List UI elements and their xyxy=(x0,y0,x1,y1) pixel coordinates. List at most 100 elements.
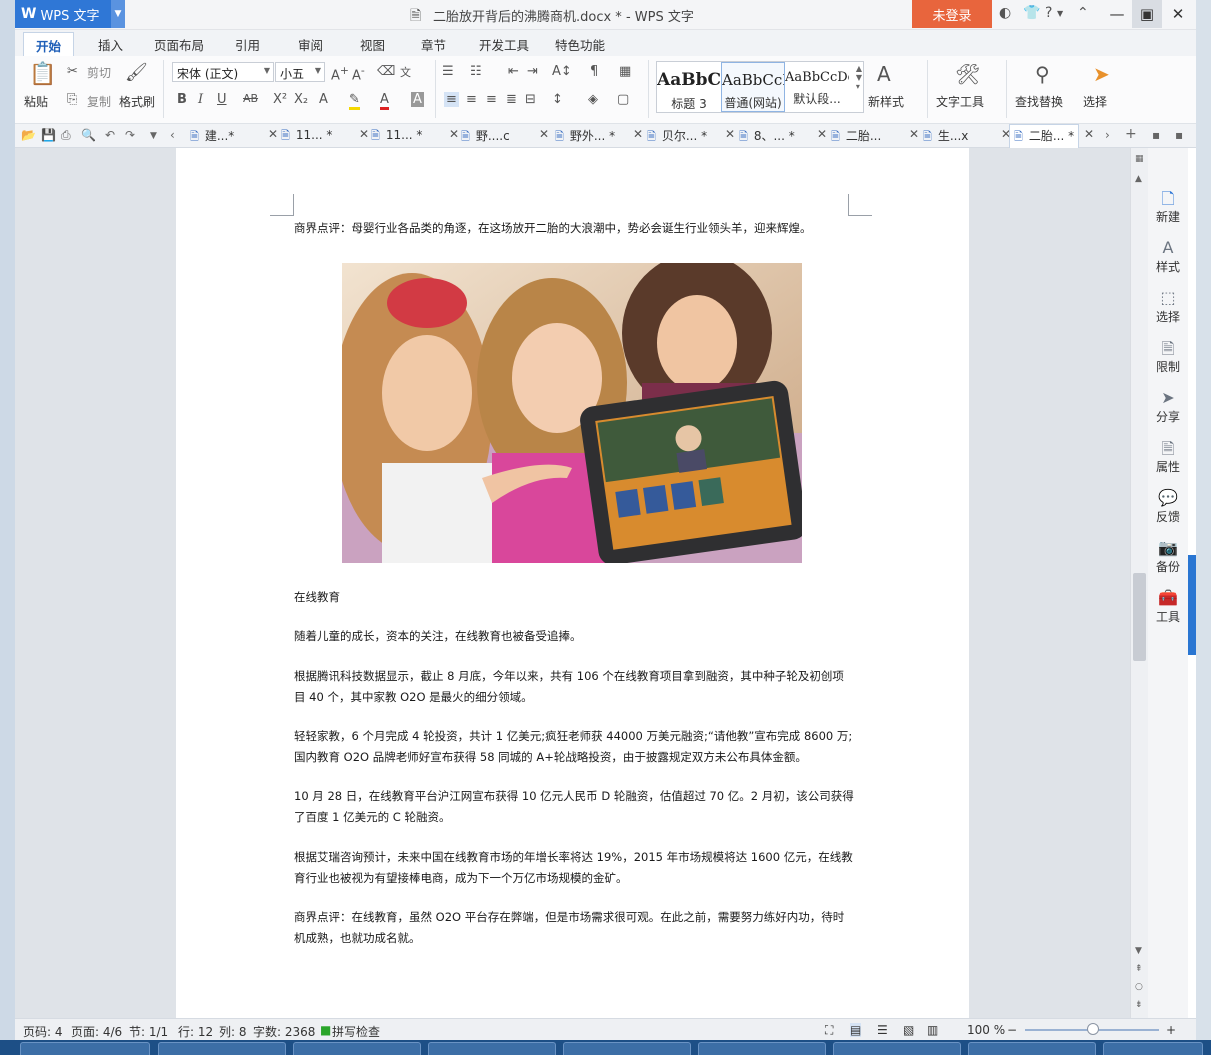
tab-scroll-left-icon[interactable]: ‹ xyxy=(170,128,175,142)
font-color-icon[interactable]: A xyxy=(380,92,389,110)
sidepanel-share[interactable]: ➤ 分享 xyxy=(1148,388,1188,425)
clear-format-icon[interactable]: ⌫ xyxy=(377,64,395,79)
zoom-in-icon[interactable]: + xyxy=(1166,1023,1176,1037)
scroll-down-icon[interactable]: ▼ xyxy=(1135,946,1142,956)
decrease-indent-icon[interactable]: ⇤ xyxy=(508,64,519,79)
new-style-button[interactable]: 新样式 xyxy=(868,93,904,110)
zoom-out-icon[interactable]: − xyxy=(1007,1023,1017,1037)
border-icon[interactable]: ▢ xyxy=(617,92,629,107)
scroll-up-icon[interactable]: ▲ xyxy=(1135,174,1142,184)
window-menu-icon[interactable]: ▪ xyxy=(1175,128,1183,142)
sidepanel-new[interactable]: 🗋 新建 xyxy=(1148,188,1188,225)
bold-icon[interactable]: B xyxy=(177,92,187,107)
cut-button[interactable]: 剪切 xyxy=(87,64,111,81)
tab-sections[interactable]: 章节 xyxy=(421,35,446,54)
close-icon[interactable]: ✕ xyxy=(633,127,643,141)
close-icon[interactable]: ✕ xyxy=(817,127,827,141)
reading-view-icon[interactable]: ▥ xyxy=(927,1023,938,1037)
print-preview-icon[interactable]: 🔍 xyxy=(81,128,96,142)
paragraph[interactable]: 根据腾讯科技数据显示，截止 8 月底，今年以来，共有 106 个在线教育项目拿到… xyxy=(294,666,854,708)
vertical-scrollbar[interactable]: ▦ ▲ ▼ ⇞ ○ ⇟ xyxy=(1130,148,1148,1018)
taskbar-item[interactable] xyxy=(293,1042,421,1055)
doc-tab[interactable]: 🗎 贝尔... * ✕ xyxy=(647,127,735,147)
spell-check-button[interactable]: 拼写检查 xyxy=(332,1023,380,1040)
status-section[interactable]: 节: 1/1 xyxy=(129,1023,168,1040)
gallery-scroll-icon[interactable]: ▲ ▼ ▾ xyxy=(856,64,862,91)
skin-icon[interactable]: ◐ xyxy=(999,5,1011,21)
doc-tab[interactable]: 🗎 生...x ✕ xyxy=(923,127,1011,147)
find-replace-button[interactable]: 查找替换 xyxy=(1015,93,1063,110)
grow-font-icon[interactable]: A+ xyxy=(331,64,349,83)
strikethrough-icon[interactable]: AB xyxy=(243,92,258,105)
doc-tab[interactable]: 🗎 11... * ✕ xyxy=(371,127,459,146)
paste-button[interactable]: 粘贴 xyxy=(24,93,48,110)
doc-tab[interactable]: 🗎 建...* ✕ xyxy=(190,127,278,147)
print-icon[interactable]: ⎙ xyxy=(61,128,71,143)
task-pane-collapse-handle[interactable] xyxy=(1188,555,1196,655)
shirt-icon[interactable]: 👕 xyxy=(1023,5,1040,21)
doc-tab[interactable]: 🗎 野....c ✕ xyxy=(461,127,549,147)
section-heading[interactable]: 在线教育 xyxy=(294,587,854,608)
sidepanel-backup[interactable]: 📷 备份 xyxy=(1148,538,1188,575)
maximize-button[interactable]: ▣ xyxy=(1132,0,1162,28)
tab-page-layout[interactable]: 页面布局 xyxy=(154,35,204,54)
doc-tab[interactable]: 🗎 二胎... ✕ xyxy=(831,127,919,147)
sidepanel-select[interactable]: ⬚ 选择 xyxy=(1148,288,1188,325)
status-row[interactable]: 行: 12 xyxy=(178,1023,213,1040)
justify-icon[interactable]: ≣ xyxy=(506,92,517,107)
bullet-list-icon[interactable]: ☰ xyxy=(442,64,454,79)
tab-special-features[interactable]: 特色功能 xyxy=(555,35,605,54)
format-painter-icon[interactable]: 🖌 xyxy=(125,62,148,83)
cursor-icon[interactable]: ➤ xyxy=(1093,62,1110,86)
scrollbar-thumb[interactable] xyxy=(1133,573,1146,661)
align-center-icon[interactable]: ≡ xyxy=(466,92,477,107)
font-size-select[interactable]: 小五 ▼ xyxy=(275,62,325,82)
style-default-paragraph[interactable]: AaBbCcDd 默认段... xyxy=(785,62,849,112)
change-case-icon[interactable]: A↕ xyxy=(552,64,572,79)
fullscreen-icon[interactable]: ⛶ xyxy=(825,1023,833,1038)
taskbar-item[interactable] xyxy=(1103,1042,1203,1055)
text-effect-icon[interactable]: A xyxy=(319,92,328,107)
zoom-level[interactable]: 100 % xyxy=(967,1023,1005,1037)
tab-scroll-right-icon[interactable]: › xyxy=(1105,128,1110,142)
italic-icon[interactable]: I xyxy=(198,92,203,107)
binoculars-icon[interactable]: ⚲ xyxy=(1035,62,1050,86)
close-icon[interactable]: ✕ xyxy=(539,127,549,141)
text-tools-button[interactable]: 文字工具 xyxy=(936,93,984,110)
status-column[interactable]: 列: 8 xyxy=(219,1023,247,1040)
redo-icon[interactable]: ↷ xyxy=(125,128,135,142)
tab-insert[interactable]: 插入 xyxy=(98,35,123,54)
status-word-count[interactable]: 字数: 2368 xyxy=(253,1023,315,1040)
customize-dropdown-icon[interactable]: ▼ xyxy=(150,131,157,141)
taskbar-item[interactable] xyxy=(698,1042,826,1055)
taskbar-item[interactable] xyxy=(833,1042,961,1055)
doc-tab[interactable]: 🗎 8、... * ✕ xyxy=(739,127,827,147)
tab-view[interactable]: 视图 xyxy=(360,35,385,54)
paragraph[interactable]: 随着儿童的成长，资本的关注，在线教育也被备受追捧。 xyxy=(294,626,854,647)
align-left-icon[interactable]: ≡ xyxy=(444,92,459,107)
web-view-icon[interactable]: ▧ xyxy=(903,1023,914,1037)
girls-tablet-photo[interactable] xyxy=(342,263,802,563)
table-grid-icon[interactable]: ▦ xyxy=(619,64,631,79)
close-icon[interactable]: ✕ xyxy=(359,127,369,141)
sidepanel-feedback[interactable]: 💬 反馈 xyxy=(1148,488,1188,525)
show-marks-icon[interactable]: ¶ xyxy=(590,64,598,79)
paint-bucket-icon[interactable]: ◈ xyxy=(588,92,598,107)
new-tab-icon[interactable]: + xyxy=(1125,126,1137,142)
doc-tab[interactable]: 🗎 11... * ✕ xyxy=(281,127,369,146)
open-folder-icon[interactable]: 📂 xyxy=(21,128,36,142)
doc-tab-active[interactable]: 🗎 二胎... * ✕ xyxy=(1009,124,1094,148)
text-tools-icon[interactable]: 🛠 xyxy=(955,62,980,86)
document-page[interactable]: 商界点评：母婴行业各品类的角逐，在这场放开二胎的大浪潮中，势必会诞生行业领头羊，… xyxy=(176,148,969,1018)
chevron-down-icon[interactable]: ▼ xyxy=(111,0,125,28)
taskbar-item[interactable] xyxy=(428,1042,556,1055)
close-icon[interactable]: ✕ xyxy=(268,127,278,141)
subscript-icon[interactable]: X₂ xyxy=(294,92,308,107)
close-icon[interactable]: ✕ xyxy=(909,127,919,141)
taskbar-item[interactable] xyxy=(158,1042,286,1055)
paste-icon[interactable]: 📋 xyxy=(29,62,56,87)
page-view-icon[interactable]: ▤ xyxy=(850,1023,862,1037)
sidepanel-properties[interactable]: 🗎 属性 xyxy=(1148,438,1188,475)
help-icon[interactable]: ? xyxy=(1045,5,1052,21)
taskbar-item[interactable] xyxy=(968,1042,1096,1055)
